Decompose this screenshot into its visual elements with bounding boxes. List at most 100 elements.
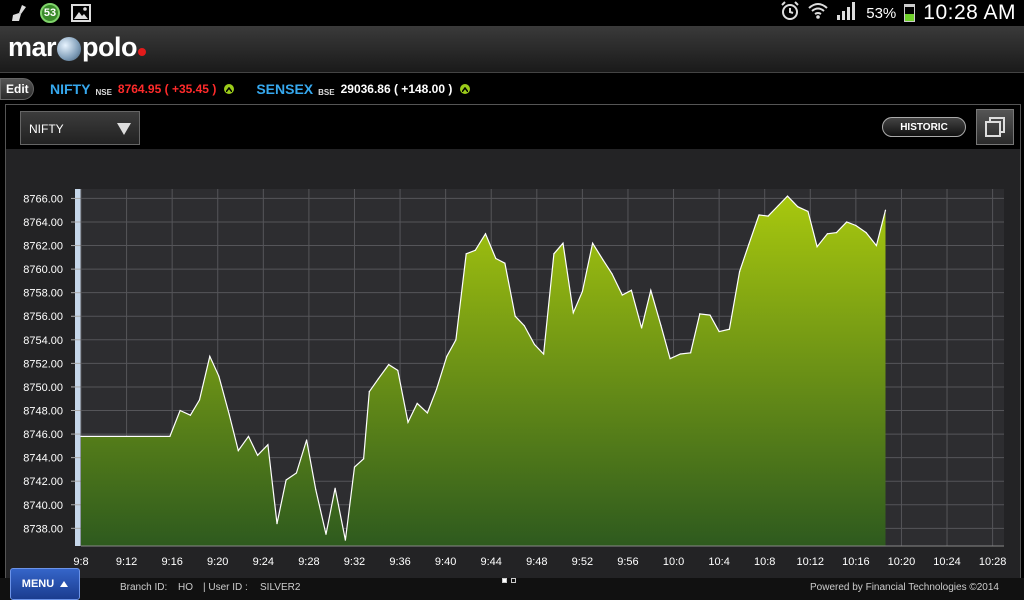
data-point (455, 339, 457, 341)
data-point (641, 327, 643, 329)
x-tick-label: 9:20 (207, 556, 228, 568)
data-point (816, 246, 818, 248)
data-point (523, 325, 525, 327)
globe-icon (57, 36, 82, 61)
data-point (669, 358, 671, 360)
data-point (650, 289, 652, 291)
ticker-exchange-nse: NSE (95, 87, 112, 97)
data-point (465, 253, 467, 255)
page-indicator (502, 578, 516, 583)
data-point (416, 402, 418, 405)
index-ticker: Edit NIFTY NSE 8764.95 ( +35.45 ) SENSEX… (0, 76, 1024, 102)
data-point (846, 221, 848, 223)
data-point (699, 313, 701, 315)
x-tick-label: 9:8 (73, 556, 88, 568)
x-tick-label: 9:36 (389, 556, 410, 568)
x-tick-label: 9:16 (161, 556, 182, 568)
chart-toolbar: NIFTY HISTORIC (6, 105, 1020, 149)
menu-button[interactable]: MENU (10, 568, 80, 600)
data-point (602, 259, 604, 261)
data-point (504, 262, 506, 264)
index-selector[interactable]: NIFTY (20, 111, 140, 145)
expand-button[interactable] (976, 109, 1014, 145)
logo-dot-icon (138, 47, 147, 56)
data-point (189, 414, 191, 416)
data-point (325, 533, 327, 535)
data-point (315, 488, 317, 491)
edit-button[interactable]: Edit (0, 78, 34, 100)
y-tick-label: 8752.00 (23, 358, 63, 370)
data-point (592, 242, 594, 244)
data-point (80, 435, 82, 438)
x-tick-label: 10:12 (797, 556, 825, 568)
data-point (572, 312, 574, 314)
signal-icon (836, 1, 858, 26)
data-point (247, 435, 250, 438)
data-point (334, 487, 336, 489)
branch-value: HO (178, 582, 193, 593)
y-tick-label: 8756.00 (23, 311, 63, 323)
up-arrow-icon (460, 84, 471, 94)
up-arrow-icon (224, 84, 235, 94)
user-value: SILVER2 (260, 582, 301, 593)
data-point (777, 204, 779, 207)
status-bar: 53 53% 10:28 AM (0, 0, 1024, 26)
y-tick-label: 8738.00 (23, 523, 63, 535)
x-tick-label: 9:32 (344, 556, 365, 568)
data-point (285, 479, 287, 481)
ticker-exchange-bse: BSE (318, 87, 335, 97)
data-point (865, 231, 867, 234)
data-point (257, 454, 259, 456)
user-label: | User ID : (203, 582, 248, 593)
x-tick-label: 9:28 (298, 556, 319, 568)
data-point (474, 249, 476, 251)
x-tick-label: 9:40 (435, 556, 456, 568)
data-point (209, 355, 211, 357)
data-point (295, 472, 297, 474)
battery-icon (904, 4, 916, 22)
data-point (786, 195, 789, 197)
y-tick-label: 8760.00 (23, 264, 63, 276)
x-tick-label: 10:4 (708, 556, 729, 568)
data-point (407, 421, 409, 423)
app-bar: mar polo (0, 26, 1024, 73)
historic-button[interactable]: HISTORIC (882, 117, 966, 137)
ticker-name-nifty[interactable]: NIFTY (50, 81, 90, 97)
x-tick-label: 10:0 (663, 556, 684, 568)
data-point (169, 435, 171, 438)
data-point (630, 289, 632, 291)
data-point (611, 273, 613, 275)
data-point (884, 209, 887, 211)
x-tick-label: 10:28 (979, 556, 1007, 568)
data-point (267, 444, 269, 446)
data-point (514, 315, 516, 317)
y-tick-label: 8746.00 (23, 429, 63, 441)
data-point (690, 352, 692, 354)
app-logo: mar polo (8, 32, 147, 63)
y-tick-label: 8766.00 (23, 193, 63, 205)
data-point (228, 413, 230, 415)
notification-badge: 53 (40, 3, 60, 23)
alarm-icon (780, 0, 800, 26)
y-tick-label: 8740.00 (23, 500, 63, 512)
x-tick-label: 9:52 (572, 556, 593, 568)
data-point (748, 243, 750, 245)
broom-icon (8, 2, 30, 24)
x-tick-label: 10:16 (842, 556, 870, 568)
axis-strip (75, 189, 81, 546)
data-point (543, 353, 545, 355)
data-point (553, 253, 555, 255)
ticker-name-sensex[interactable]: SENSEX (256, 81, 313, 97)
data-point (718, 330, 720, 333)
data-point (218, 375, 220, 377)
data-point (728, 328, 730, 330)
data-point (160, 435, 162, 438)
index-selector-value: NIFTY (29, 122, 64, 136)
y-tick-label: 8762.00 (23, 241, 63, 253)
chevron-down-icon (117, 123, 131, 135)
ticker-value-sensex: 29036.86 ( +148.00 ) (340, 82, 453, 96)
data-point (276, 523, 278, 525)
y-tick-label: 8742.00 (23, 476, 63, 488)
y-tick-label: 8754.00 (23, 335, 63, 347)
intraday-chart[interactable]: 8766.00 8764.00 8762.00 8760.00 8758.00 8756.… (6, 149, 1020, 579)
